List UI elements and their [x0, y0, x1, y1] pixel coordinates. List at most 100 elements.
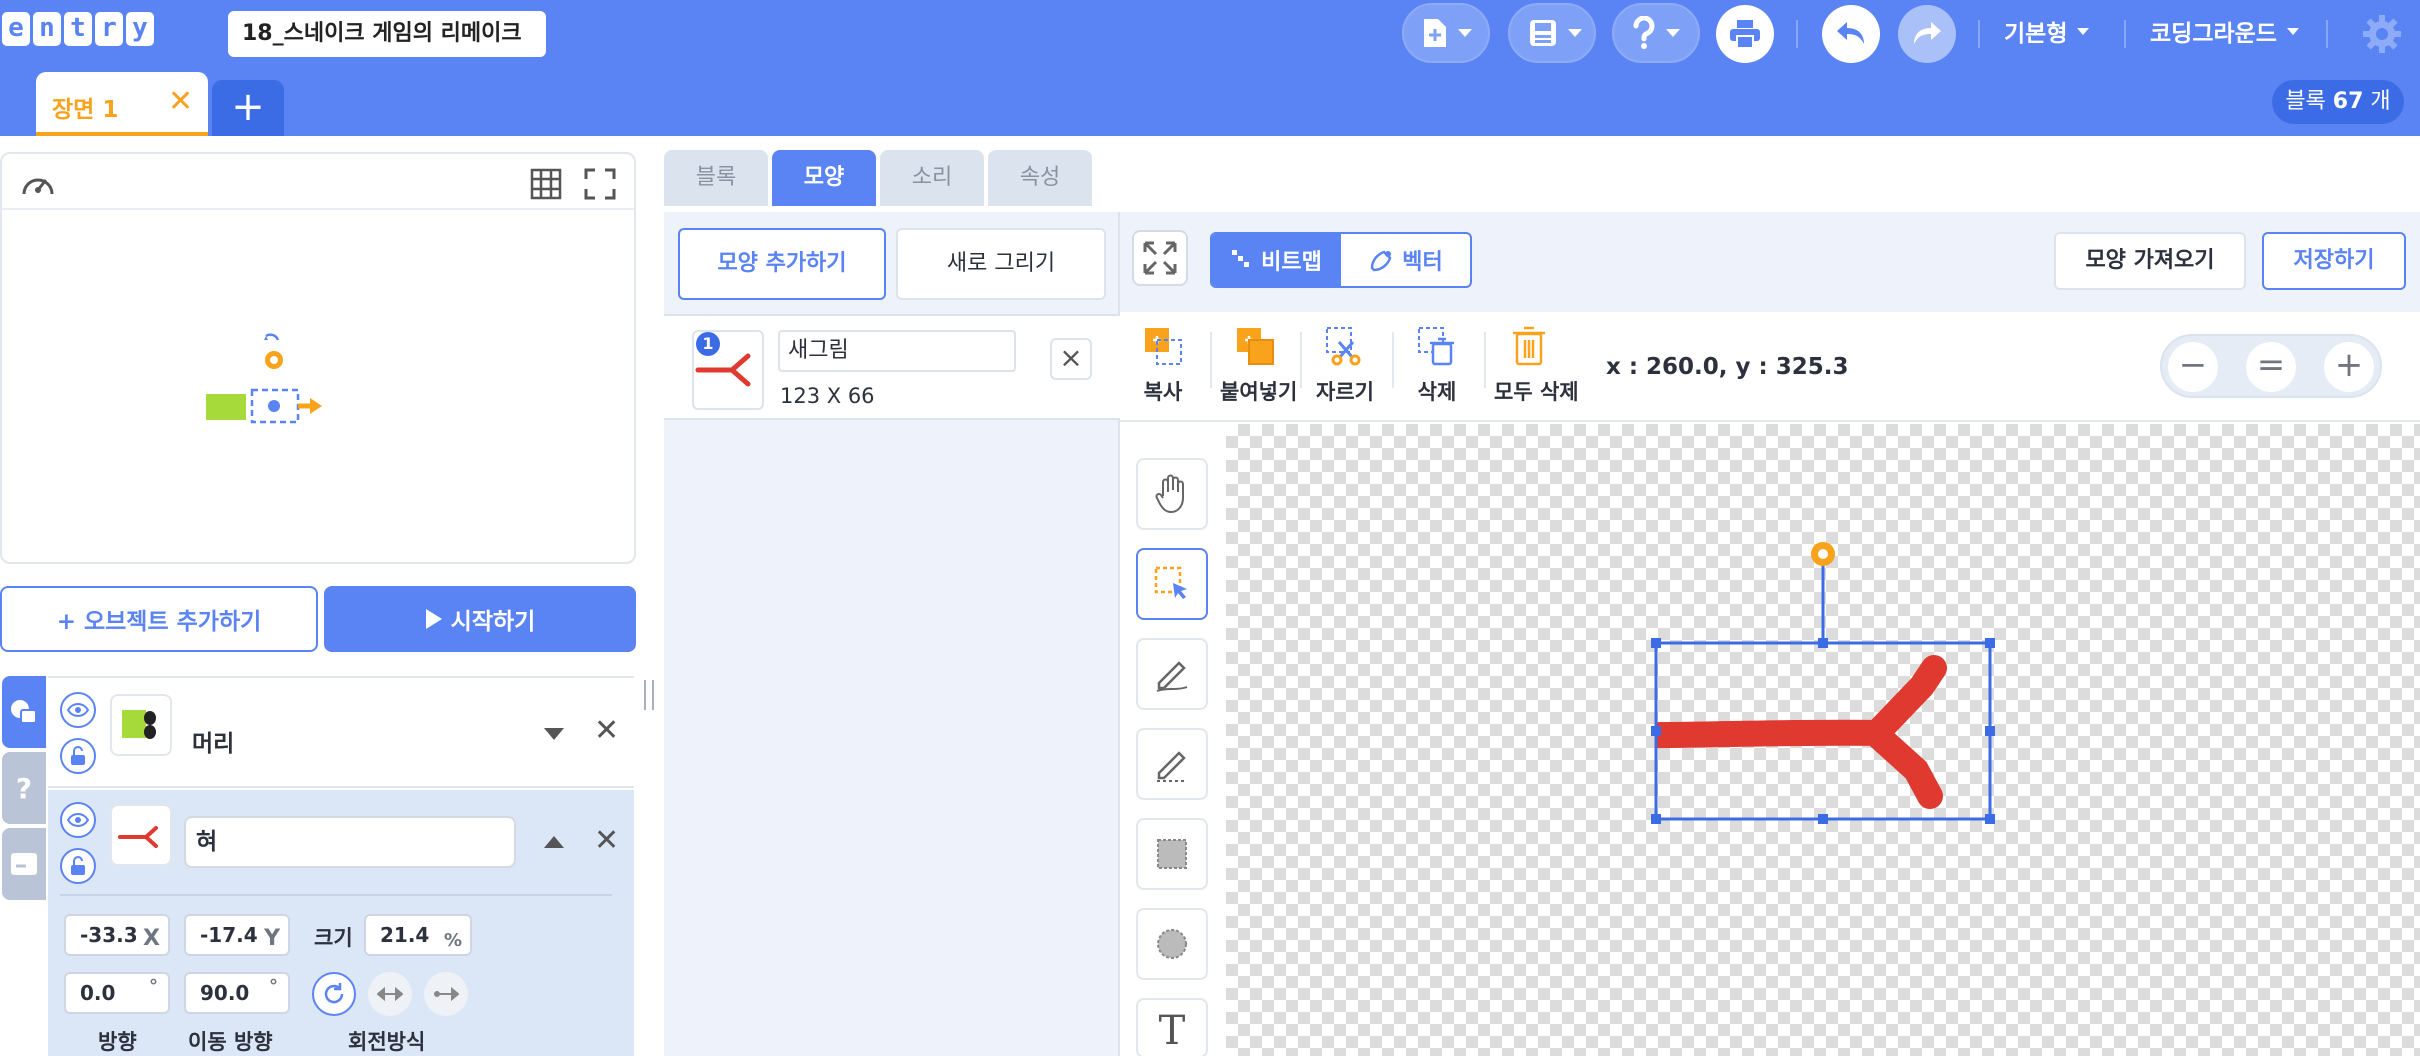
entry-logo[interactable]: e n t r y [2, 12, 154, 46]
tab-blocks[interactable]: 블록 [664, 150, 768, 206]
redo-icon [1914, 22, 1941, 44]
toolbar-divider [2124, 20, 2126, 48]
project-title-input[interactable]: 18_스네이크 게임의 리메이크 [228, 11, 546, 57]
tab-shapes[interactable]: 모양 [772, 150, 876, 206]
grid-icon[interactable] [530, 168, 562, 200]
new-drawing-button[interactable]: 새로 그리기 [896, 228, 1106, 300]
list-item[interactable]: 혀 ✕ -33.3 X -17.4 Y 크기 21.4% 0.0 ° 90.0 ° 방향 [48, 790, 634, 1056]
move-direction-input[interactable]: 90.0 ° [184, 972, 290, 1014]
tab-objects[interactable] [2, 676, 46, 748]
cut-button[interactable]: 자르기 [1310, 324, 1380, 406]
cursor-coordinates: x : 260.0, y : 325.3 [1606, 354, 1849, 380]
hand-tool[interactable] [1136, 458, 1208, 530]
save-file-button[interactable] [1508, 3, 1596, 63]
no-rotate-button[interactable] [424, 972, 468, 1016]
close-icon[interactable]: ✕ [168, 84, 193, 119]
selection-box[interactable] [1651, 542, 1995, 824]
panel-resize-handle[interactable] [644, 680, 654, 710]
vector-mode-button[interactable]: 벡터 [1341, 234, 1470, 286]
chevron-down-icon [2286, 27, 2299, 35]
eye-icon [67, 703, 89, 717]
rectangle-tool[interactable] [1136, 818, 1208, 890]
start-button[interactable]: 시작하기 [324, 586, 636, 652]
fullscreen-icon[interactable] [584, 168, 616, 200]
import-shape-button[interactable]: 모양 가져오기 [2054, 232, 2246, 290]
delete-object-icon[interactable]: ✕ [594, 826, 619, 856]
line-tool[interactable] [1136, 728, 1208, 800]
lock-toggle[interactable] [60, 848, 96, 884]
pen-tool[interactable] [1136, 638, 1208, 710]
tab-properties[interactable]: 속성 [988, 150, 1092, 206]
tab-help[interactable]: ? [2, 752, 46, 824]
objects-icon [11, 700, 37, 724]
copy-button[interactable]: 복사 [1128, 324, 1198, 406]
delete-all-button[interactable]: 모두 삭제 [1494, 324, 1579, 406]
list-item[interactable]: 머리 ✕ [48, 678, 634, 788]
x-coordinate-input[interactable]: -33.3 X [64, 914, 170, 956]
shape-name-input[interactable]: 새그림 [778, 330, 1016, 372]
print-button[interactable] [1716, 5, 1774, 63]
size-unit: % [443, 930, 462, 951]
save-button[interactable]: 저장하기 [2262, 232, 2406, 290]
help-icon: ? [15, 771, 33, 805]
bitmap-mode-button[interactable]: 비트맵 [1212, 234, 1341, 286]
delete-all-label: 모두 삭제 [1494, 380, 1579, 404]
chevron-down-icon [1458, 29, 1472, 37]
help-button[interactable] [1612, 3, 1700, 63]
console-icon [11, 853, 37, 875]
select-tool[interactable] [1136, 548, 1208, 620]
shape-index-badge: 1 [696, 332, 720, 356]
zoom-out-button[interactable]: − [2168, 342, 2218, 392]
scene-tab-label: 장면 1 [52, 97, 119, 123]
size-label: 크기 [314, 926, 353, 950]
speed-gauge-icon[interactable] [20, 168, 56, 200]
move-direction-label: 이동 방향 [188, 1030, 273, 1054]
fullscreen-button[interactable] [1132, 230, 1188, 286]
delete-label: 삭제 [1417, 380, 1457, 404]
undo-button[interactable] [1822, 5, 1880, 63]
canvas-layer [1651, 542, 1995, 824]
save-icon [1530, 20, 1556, 46]
mode-menu[interactable]: 기본형 [2004, 14, 2090, 48]
ellipse-tool[interactable] [1136, 908, 1208, 980]
tab-console[interactable] [2, 828, 46, 900]
chevron-down-icon [2077, 27, 2090, 35]
zoom-in-button[interactable]: + [2324, 342, 2374, 392]
new-file-button[interactable] [1402, 3, 1490, 63]
lock-toggle[interactable] [60, 738, 96, 774]
toolbar-divider [1796, 20, 1798, 48]
delete-object-icon[interactable]: ✕ [594, 716, 619, 746]
divider [1392, 332, 1394, 388]
rotate-free-button[interactable] [312, 972, 356, 1016]
redo-button[interactable] [1898, 5, 1956, 63]
direction-input[interactable]: 0.0 ° [64, 972, 170, 1014]
gear-icon[interactable] [2362, 14, 2402, 54]
paste-icon [1237, 328, 1274, 365]
list-item[interactable]: 1 새그림 123 X 66 × [664, 314, 1120, 420]
add-shape-button[interactable]: 모양 추가하기 [678, 228, 886, 300]
zoom-reset-button[interactable]: = [2246, 342, 2296, 392]
divider [1300, 332, 1302, 388]
y-coordinate-input[interactable]: -17.4 Y [184, 914, 290, 956]
add-scene-button[interactable]: + [212, 80, 284, 136]
visibility-toggle[interactable] [60, 802, 96, 838]
user-menu[interactable]: 코딩그라운드 [2150, 14, 2299, 48]
tab-sounds[interactable]: 소리 [880, 150, 984, 206]
size-input[interactable]: 21.4% [364, 914, 472, 956]
right-arrow-icon [434, 987, 459, 1001]
text-tool[interactable]: T [1136, 998, 1208, 1056]
delete-shape-button[interactable]: × [1050, 338, 1092, 380]
logo-letter: r [95, 12, 123, 46]
add-object-button[interactable]: + 오브젝트 추가하기 [0, 586, 318, 652]
expand-icon[interactable] [544, 728, 564, 740]
copy-icon [1145, 328, 1182, 365]
scene-tab[interactable]: 장면 1 ✕ [36, 72, 208, 136]
drawing-canvas[interactable] [1226, 424, 2420, 1056]
collapse-icon[interactable] [544, 836, 564, 848]
visibility-toggle[interactable] [60, 692, 96, 728]
text-icon: T [1158, 1008, 1186, 1054]
delete-button[interactable]: 삭제 [1402, 324, 1472, 406]
paste-button[interactable]: 붙여넣기 [1220, 324, 1297, 406]
flip-horizontal-button[interactable] [368, 972, 412, 1016]
object-name-input[interactable]: 혀 [184, 816, 516, 868]
